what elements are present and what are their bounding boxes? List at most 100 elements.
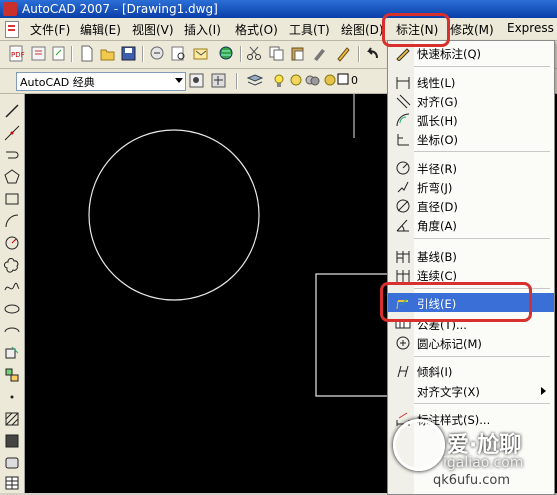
center-mark-icon [395,335,411,351]
undo-icon[interactable] [364,45,381,62]
continue-icon [395,267,411,283]
menu-item-label: 圆心标记(M) [417,337,482,351]
publish-icon[interactable] [192,45,209,62]
toolbar-separator [142,46,143,62]
layer-lock-icon[interactable] [304,72,321,89]
menu-bar: 文件(F) 编辑(E) 视图(V) 插入(I) 格式(O) 工具(T) 绘图(D… [0,18,557,41]
menu-item-arc-length[interactable]: 弧长(H) [388,110,554,129]
polygon-icon[interactable] [3,168,21,186]
title-bar: AutoCAD 2007 - [Drawing1.dwg] [0,0,557,18]
ordinate-icon [395,131,411,147]
menu-view[interactable]: 视图(V) [132,21,174,38]
spline-icon[interactable] [3,278,21,296]
menu-insert[interactable]: 插入(I) [184,21,221,38]
aligned-dimension-icon [395,93,411,109]
arc-icon[interactable] [3,212,21,230]
paste-icon[interactable] [289,45,306,62]
highlight-leader-item [380,282,532,322]
current-layer-value: 0 [351,74,358,87]
table-icon[interactable] [3,474,21,492]
menu-item-aligned[interactable]: 对齐(G) [388,91,554,110]
new-icon[interactable] [78,45,95,62]
watermark-url: igaliao.com [443,455,524,471]
quick-dimension-icon [395,45,411,62]
window-title: AutoCAD 2007 - [Drawing1.dwg] [22,2,218,16]
menu-separator [414,403,550,404]
jogged-icon [395,179,411,195]
plot-preview-icon[interactable] [170,45,187,62]
make-block-icon[interactable] [3,366,21,384]
line-icon[interactable] [3,102,21,120]
hatch-icon[interactable] [3,410,21,428]
save-icon[interactable] [120,45,137,62]
insert-block-icon[interactable] [3,344,21,362]
diameter-icon [395,198,411,214]
cut-icon[interactable] [246,45,263,62]
menu-item-radius[interactable]: 半径(R) [388,158,554,177]
menu-item-label: 倾斜(I) [417,365,453,379]
workspace-select[interactable]: AutoCAD 经典 [16,72,186,91]
watermark: 爱·尬聊 igaliao.com qk6ufu.com [385,407,555,491]
menu-modify[interactable]: 修改(M) [450,21,494,38]
menu-item-label: 角度(A) [417,219,457,233]
menu-item-jogged[interactable]: 折弯(J) [388,177,554,196]
baseline-icon [395,248,411,264]
workspace-settings-icon[interactable] [188,72,205,89]
circle-icon[interactable] [3,234,21,252]
toolbar-separator [71,46,72,62]
menu-separator [414,356,550,357]
my-workspace-icon[interactable] [210,72,227,89]
plot-icon[interactable] [149,45,166,62]
menu-item-baseline[interactable]: 基线(B) [388,246,554,265]
menu-tools[interactable]: 工具(T) [289,21,330,38]
toolbar-separator [358,46,359,62]
highlight-dimension-menu [382,13,450,47]
favorite-icon[interactable] [30,45,47,62]
menu-format[interactable]: 格式(O) [235,21,278,38]
draw-toolbar [0,94,25,493]
toolbar-separator [240,46,241,62]
copy-icon[interactable] [268,45,285,62]
layer-freeze-icon[interactable] [288,72,305,89]
menu-item-label: 线性(L) [417,76,456,90]
ellipse-icon[interactable] [3,300,21,318]
ellipse-arc-icon[interactable] [3,322,21,340]
layer-on-icon[interactable] [271,72,288,89]
svg-text:PDF: PDF [11,51,25,59]
match-properties-icon[interactable] [311,45,328,62]
menu-edit[interactable]: 编辑(E) [80,21,121,38]
submenu-arrow-icon [541,387,546,395]
document-icon[interactable] [5,21,19,38]
menu-separator [414,151,550,152]
menu-express[interactable]: Express [507,21,554,35]
gradient-icon[interactable] [3,432,21,450]
menu-item-label: 对齐文字(X) [417,385,480,399]
open-icon[interactable] [99,45,116,62]
menu-item-linear[interactable]: 线性(L) [388,72,554,91]
menu-file[interactable]: 文件(F) [30,21,70,38]
autocad-logo-icon [3,2,17,16]
menu-item-label: 直径(D) [417,200,458,214]
workspace-value: AutoCAD 经典 [20,76,95,89]
chevron-down-icon [175,78,183,83]
pdf-icon[interactable]: PDF [8,45,25,62]
menu-item-oblique[interactable]: 倾斜(I) [388,361,554,380]
polyline-icon[interactable] [3,146,21,164]
construction-line-icon[interactable] [3,124,21,142]
menu-item-center-mark[interactable]: 圆心标记(M) [388,333,554,352]
globe-icon[interactable] [218,45,235,62]
menu-item-align-text[interactable]: 对齐文字(X) [388,381,554,400]
hyperlink-icon[interactable] [50,45,67,62]
watermark-url-secondary: qk6ufu.com [433,473,511,488]
layer-properties-icon[interactable] [246,72,263,89]
toolbar-separator [236,73,237,89]
menu-item-ordinate[interactable]: 坐标(O) [388,129,554,148]
menu-item-angular[interactable]: 角度(A) [388,215,554,234]
revision-cloud-icon[interactable] [3,256,21,274]
block-editor-icon[interactable] [335,45,352,62]
menu-item-diameter[interactable]: 直径(D) [388,196,554,215]
menu-draw[interactable]: 绘图(D) [341,21,384,38]
region-icon[interactable] [3,454,21,472]
point-icon[interactable] [3,388,21,406]
rectangle-icon[interactable] [3,190,21,208]
